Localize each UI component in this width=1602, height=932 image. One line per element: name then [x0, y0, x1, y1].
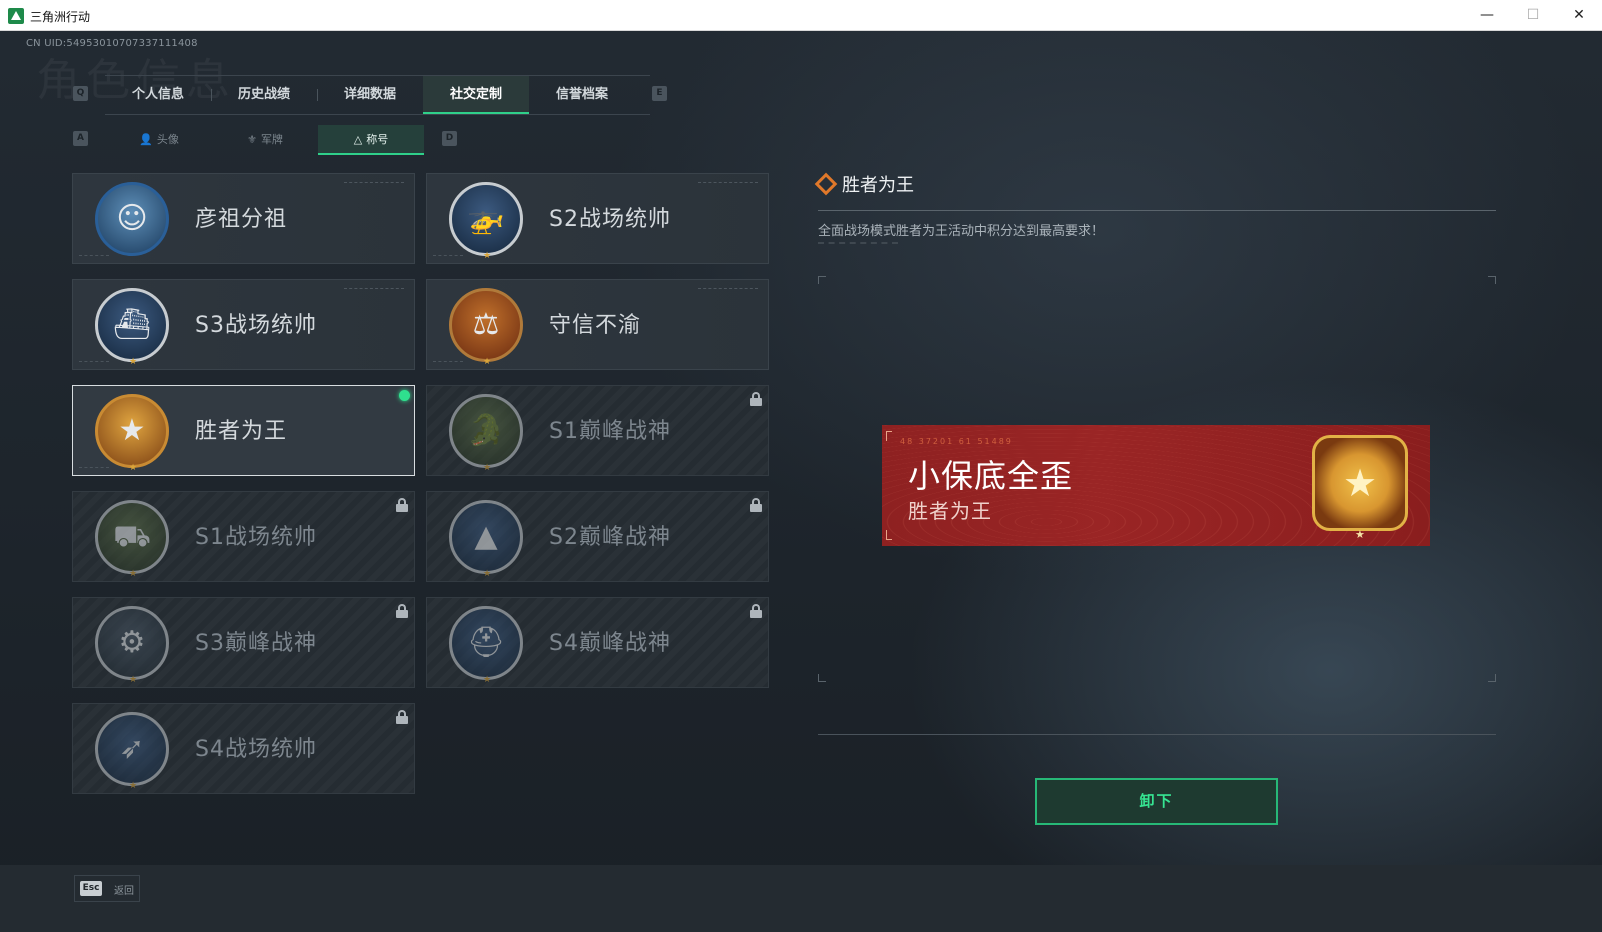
title-name: S3战场统帅: [195, 313, 317, 338]
player-nickname: 小保底全歪: [908, 457, 1074, 495]
title-name: 彦祖分祖: [195, 207, 288, 232]
esc-key-hint: Esc: [80, 881, 102, 896]
title-name: S2战场统帅: [549, 207, 671, 232]
helmet-emblem-icon: ⛑ ★: [449, 606, 523, 685]
helicopter-emblem-icon: 🚁 ★: [449, 182, 523, 261]
divider: [818, 734, 1496, 735]
title-card-locked[interactable]: ⛟ ★ S1战场统帅: [72, 491, 415, 582]
crocodile-emblem-icon: 🐊 ★: [449, 394, 523, 473]
title-card[interactable]: ⛴ ★ S3战场统帅: [72, 279, 415, 370]
key-hint-next-subtab: D: [442, 131, 457, 146]
banner-code: 48 37201 61 51489: [900, 437, 1013, 446]
banner-bracket: [886, 530, 892, 540]
card-decoration: [344, 182, 404, 185]
card-decoration: [698, 288, 758, 291]
title-card-locked[interactable]: ➶ ★ S4战场统帅: [72, 703, 415, 794]
title-name: S2巅峰战神: [549, 525, 671, 550]
frame-corner: [1488, 674, 1496, 682]
subtab-military-tag[interactable]: ⚜ 军牌: [212, 125, 318, 155]
title-preview-banner: 48 37201 61 51489 小保底全歪 胜者为王 ★ ★: [882, 425, 1430, 546]
title-card[interactable]: 🚁 ★ S2战场统帅: [426, 173, 769, 264]
title-card-selected[interactable]: ★ ★ 胜者为王: [72, 385, 415, 476]
tab-reputation[interactable]: 信誉档案: [529, 76, 635, 114]
title-card[interactable]: ⚖ ★ 守信不渝: [426, 279, 769, 370]
key-hint-prev-tab: Q: [73, 86, 88, 101]
card-decoration: [698, 182, 758, 185]
banner-title: 胜者为王: [908, 499, 992, 523]
lock-icon: [396, 498, 408, 512]
card-decoration: [433, 255, 463, 257]
main-tab-bar: 个人信息 历史战绩 详细数据 社交定制 信誉档案: [105, 75, 650, 115]
title-name: 守信不渝: [549, 313, 642, 338]
title-name: S4巅峰战神: [549, 631, 671, 656]
footer-bar: [0, 865, 1602, 932]
card-decoration: [344, 288, 404, 291]
subtab-label: 军牌: [260, 133, 283, 146]
gold-medal-emblem-icon: ★ ★: [95, 394, 169, 473]
lock-icon: [750, 498, 762, 512]
title-name: S4战场统帅: [195, 737, 317, 762]
equipped-indicator: [399, 390, 410, 401]
tab-detailed-data[interactable]: 详细数据: [317, 76, 423, 114]
title-name: S1巅峰战神: [549, 419, 671, 444]
detail-title: 胜者为王: [842, 175, 914, 196]
title-card-locked[interactable]: ⛑ ★ S4巅峰战神: [426, 597, 769, 688]
card-decoration: [79, 467, 109, 469]
title-card-locked[interactable]: ▲ ★ S2巅峰战神: [426, 491, 769, 582]
title-card-locked[interactable]: 🐊 ★ S1巅峰战神: [426, 385, 769, 476]
lock-icon: [396, 710, 408, 724]
title-card[interactable]: ☺ 彦祖分祖: [72, 173, 415, 264]
card-decoration: [433, 361, 463, 363]
gold-medal-emblem-icon: ★: [1312, 435, 1408, 531]
detail-description: 全面战场模式胜者为王活动中积分达到最高要求！: [818, 224, 1105, 239]
tab-social-custom[interactable]: 社交定制: [423, 76, 529, 114]
subtab-title[interactable]: △ 称号: [318, 125, 424, 155]
lock-icon: [750, 392, 762, 406]
minimize-button[interactable]: —: [1464, 0, 1510, 31]
lock-icon: [396, 604, 408, 618]
banner-bracket: [886, 431, 892, 441]
card-decoration: [79, 255, 109, 257]
triangle-emblem-icon: ▲ ★: [449, 500, 523, 579]
tank-emblem-icon: ⛟ ★: [95, 500, 169, 579]
person-icon: 👤: [139, 133, 153, 146]
military-rank-icon: ⚜: [247, 133, 257, 146]
tab-history[interactable]: 历史战绩: [211, 76, 317, 114]
unequip-button[interactable]: 卸下: [1035, 778, 1278, 825]
subtab-avatar[interactable]: 👤 头像: [106, 125, 212, 155]
divider: [818, 242, 898, 244]
title-name: S3巅峰战神: [195, 631, 317, 656]
card-decoration: [79, 361, 109, 363]
divider: [818, 210, 1496, 211]
frame-corner: [818, 276, 826, 284]
maximize-button[interactable]: ☐: [1510, 0, 1556, 31]
tab-personal-info[interactable]: 个人信息: [105, 76, 211, 114]
missile-emblem-icon: ➶ ★: [95, 712, 169, 791]
back-label: 返回: [114, 886, 134, 897]
title-card-locked[interactable]: ⚙ ★ S3巅峰战神: [72, 597, 415, 688]
title-name: 胜者为王: [195, 419, 288, 444]
title-name: S1战场统帅: [195, 525, 317, 550]
portrait-emblem-icon: ☺: [95, 182, 169, 256]
key-hint-prev-subtab: A: [73, 131, 88, 146]
window-title: 三角洲行动: [30, 10, 91, 24]
subtab-label: 头像: [156, 133, 179, 146]
app-icon: [8, 8, 24, 24]
subtab-label: 称号: [366, 133, 389, 146]
close-button[interactable]: ✕: [1556, 0, 1602, 31]
title-icon: △: [353, 133, 363, 146]
hovercraft-emblem-icon: ⛴ ★: [95, 288, 169, 367]
star-icon: ★: [1355, 528, 1365, 541]
globe-emblem-icon: ⚙ ★: [95, 606, 169, 685]
window-titlebar: 三角洲行动 — ☐ ✕: [0, 0, 1602, 31]
lock-icon: [750, 604, 762, 618]
scales-emblem-icon: ⚖ ★: [449, 288, 523, 367]
frame-corner: [1488, 276, 1496, 284]
frame-corner: [818, 674, 826, 682]
key-hint-next-tab: E: [652, 86, 667, 101]
